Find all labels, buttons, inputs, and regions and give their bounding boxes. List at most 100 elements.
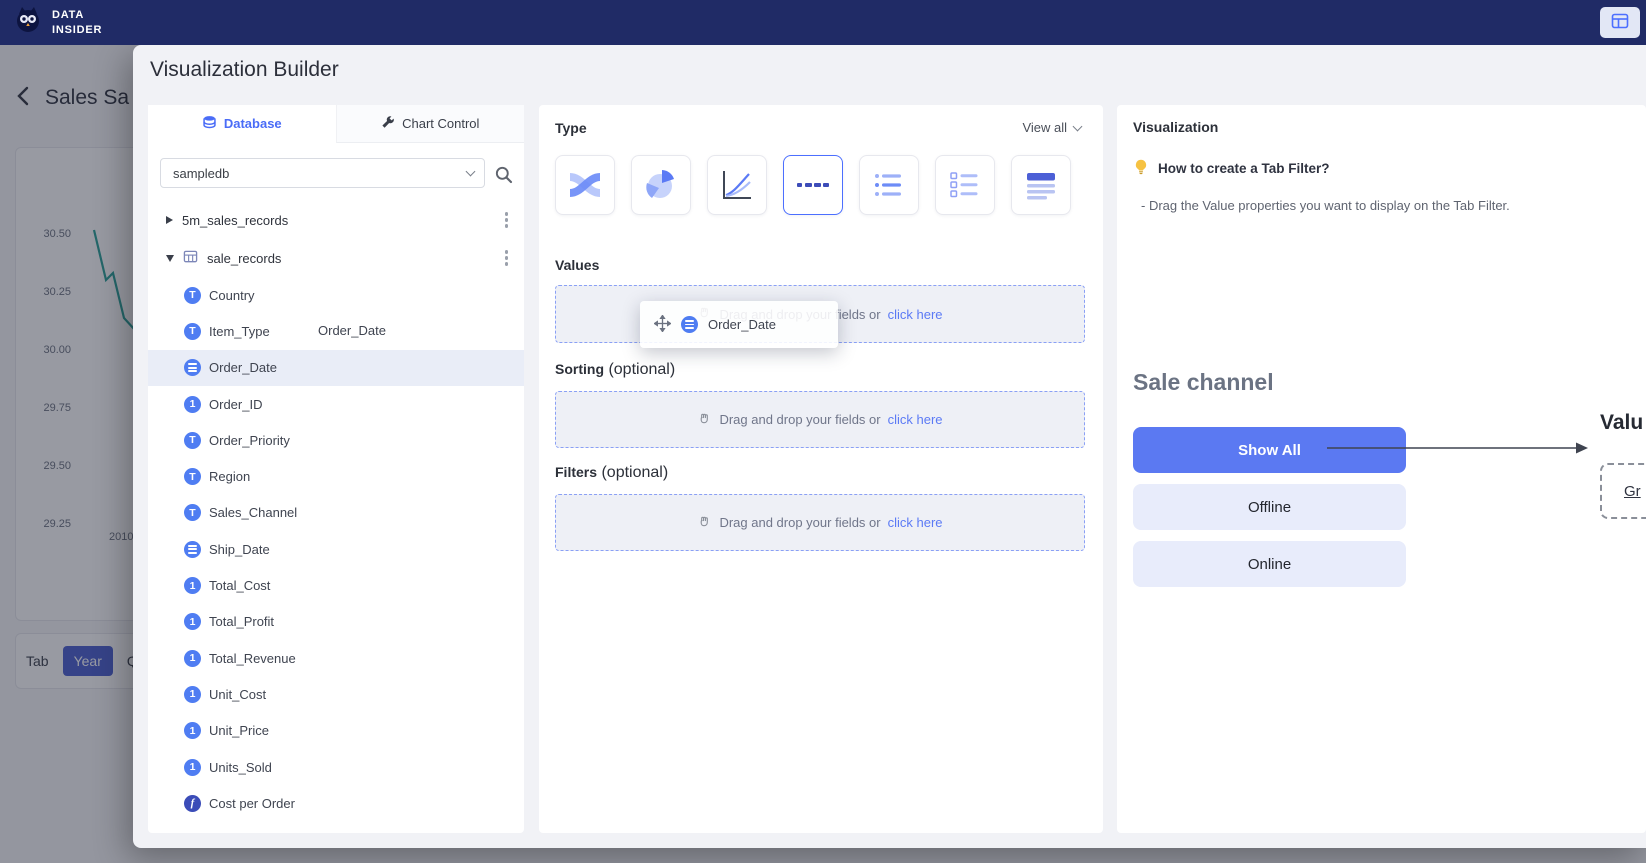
tab-database[interactable]: Database [148, 105, 336, 143]
number-field-icon: 1 [184, 686, 201, 703]
field-item-total-revenue[interactable]: 1Total_Revenue [148, 640, 524, 676]
hint-body: - Drag the Value properties you want to … [1141, 198, 1510, 213]
chart-type-sankey[interactable] [555, 155, 615, 215]
value-section-title: Valu [1600, 411, 1643, 435]
number-field-icon: 1 [184, 722, 201, 739]
field-item-country[interactable]: TCountry [148, 277, 524, 313]
modal-title: Visualization Builder [150, 58, 339, 82]
tree-label: sale_records [207, 251, 281, 266]
view-all-dropdown[interactable]: View all [1016, 119, 1087, 136]
number-field-icon: 1 [184, 396, 201, 413]
drag-source-label: Order_Date [318, 323, 386, 338]
number-field-icon: 1 [184, 577, 201, 594]
field-label: Units_Sold [209, 760, 272, 775]
field-item-total-profit[interactable]: 1Total_Profit [148, 604, 524, 640]
chart-type-table[interactable] [1011, 155, 1071, 215]
field-item-ship-date[interactable]: Ship_Date [148, 531, 524, 567]
visualization-panel: Visualization How to create a Tab Filter… [1117, 105, 1646, 833]
text-field-icon: T [184, 504, 201, 521]
visualization-builder-modal: Visualization Builder Database [133, 45, 1646, 848]
filters-dropzone[interactable]: Drag and drop your fields or click here [555, 494, 1085, 551]
chevron-down-icon [1073, 121, 1083, 131]
chart-type-checklist[interactable] [935, 155, 995, 215]
chart-type-pie[interactable] [631, 155, 691, 215]
field-label: Order_Date [209, 360, 277, 375]
field-item-units-sold[interactable]: 1 Units_Sold [148, 749, 524, 785]
filters-section-title: Filters (optional) [555, 464, 668, 482]
caret-expanded-icon[interactable] [166, 255, 174, 262]
tree-item-5m-sales-records[interactable]: 5m_sales_records [148, 201, 524, 239]
owl-logo-icon [12, 4, 44, 41]
database-select[interactable]: sampledb [160, 158, 485, 188]
dropzone-text: Drag and drop your fields or [719, 515, 880, 530]
dropzone-click-here-link[interactable]: click here [888, 515, 943, 530]
move-arrows-icon [654, 315, 671, 335]
preview-tab-show-all[interactable]: Show All [1133, 427, 1406, 473]
brand[interactable]: DATA INSIDER [12, 4, 102, 41]
tree-label: 5m_sales_records [182, 213, 288, 228]
field-item-sales-channel[interactable]: T Sales_Channel [148, 495, 524, 531]
field-item-unit-cost[interactable]: 1Unit_Cost [148, 676, 524, 712]
table-grid-icon [1611, 12, 1629, 33]
type-section-title: Type [555, 120, 587, 136]
field-item-order-date[interactable]: Order_Date [148, 350, 524, 386]
database-select-value: sampledb [173, 166, 229, 181]
dropzone-click-here-link[interactable]: click here [888, 412, 943, 427]
top-navbar: DATA INSIDER [0, 0, 1646, 45]
field-label: Total_Cost [209, 578, 270, 593]
preview-tab-online[interactable]: Online [1133, 541, 1406, 587]
text-field-icon: T [184, 432, 201, 449]
field-label: Ship_Date [209, 542, 270, 557]
hint-title: How to create a Tab Filter? [1158, 161, 1330, 176]
text-field-icon: T [184, 468, 201, 485]
checklist-icon [947, 167, 983, 203]
date-field-icon [184, 541, 201, 558]
group-link[interactable]: Gr [1624, 483, 1641, 500]
kebab-menu-icon[interactable] [501, 246, 513, 270]
search-button[interactable] [492, 163, 515, 189]
chart-type-list[interactable] [859, 155, 919, 215]
drag-hand-icon [697, 411, 712, 429]
caret-collapsed-icon[interactable] [166, 216, 173, 224]
sorting-dropzone[interactable]: Drag and drop your fields or click here [555, 391, 1085, 448]
table-mini-icon [183, 249, 198, 267]
view-all-label: View all [1022, 120, 1067, 135]
chart-type-tab-filter[interactable] [783, 155, 843, 215]
field-label: Item_Type [209, 324, 270, 339]
drag-hand-icon [697, 514, 712, 532]
tab-filter-icon [795, 167, 831, 203]
number-field-icon: 1 [184, 613, 201, 630]
tab-chart-control-label: Chart Control [402, 116, 479, 131]
search-icon [494, 165, 513, 187]
drag-ghost-label: Order_Date [708, 317, 776, 332]
field-item-cost-per-order[interactable]: fCost per Order [148, 785, 524, 821]
drag-ghost-card[interactable]: Order_Date [640, 301, 838, 348]
tree-item-sale-records[interactable]: sale_records [148, 239, 524, 277]
number-field-icon: 1 [184, 650, 201, 667]
field-item-region[interactable]: TRegion [148, 458, 524, 494]
number-field-icon: 1 [184, 759, 201, 776]
brand-text: DATA INSIDER [52, 8, 102, 37]
kebab-menu-icon[interactable] [501, 208, 513, 232]
date-field-icon [184, 359, 201, 376]
chart-type-line[interactable] [707, 155, 767, 215]
brand-line-1: DATA [52, 8, 102, 22]
text-field-icon: T [184, 323, 201, 340]
tab-filter-preview: Show All Offline Online [1133, 427, 1406, 598]
preview-tab-offline[interactable]: Offline [1133, 484, 1406, 530]
field-item-unit-price[interactable]: 1Unit_Price [148, 713, 524, 749]
tab-database-label: Database [224, 116, 282, 131]
field-label: Cost per Order [209, 796, 295, 811]
field-item-order-id[interactable]: 1Order_ID [148, 386, 524, 422]
field-item-order-priority[interactable]: TOrder_Priority [148, 422, 524, 458]
field-label: Sales_Channel [209, 505, 297, 520]
date-field-icon [681, 316, 698, 333]
dashboard-grid-button[interactable] [1600, 7, 1640, 38]
tab-chart-control[interactable]: Chart Control [336, 105, 525, 143]
field-item-total-cost[interactable]: 1 Total_Cost [148, 567, 524, 603]
chevron-down-icon [466, 167, 476, 177]
visualization-title: Visualization [1133, 119, 1218, 135]
group-dropzone[interactable]: Gr [1600, 463, 1646, 519]
dropzone-click-here-link[interactable]: click here [888, 307, 943, 322]
pie-icon [643, 167, 679, 203]
